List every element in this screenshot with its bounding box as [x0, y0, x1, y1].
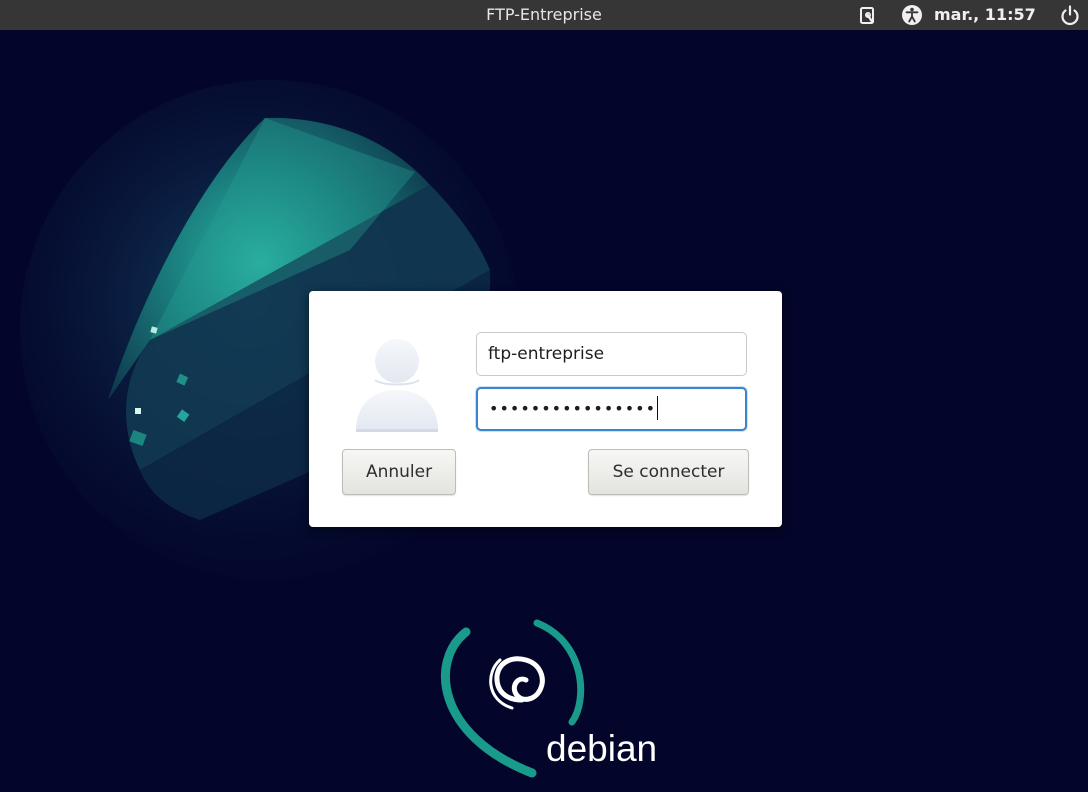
power-icon[interactable] [1058, 0, 1082, 30]
panel-title: FTP-Entreprise [486, 5, 602, 24]
debian-logo: debian [441, 619, 657, 778]
screen-capture-icon[interactable] [857, 0, 879, 30]
password-field[interactable]: •••••••••••••••• [476, 387, 747, 431]
text-cursor [657, 396, 658, 420]
connect-button[interactable]: Se connecter [588, 449, 749, 495]
user-avatar-icon [356, 339, 438, 432]
username-field[interactable]: ftp-entreprise [476, 332, 747, 376]
password-value: •••••••••••••••• [489, 399, 656, 418]
clock[interactable]: mar., 11:57 [934, 0, 1036, 29]
cancel-button[interactable]: Annuler [342, 449, 456, 495]
top-panel: FTP-Entreprise mar., 11:57 [0, 0, 1088, 30]
accessibility-icon[interactable] [900, 0, 924, 30]
debian-wordmark: debian [546, 728, 657, 769]
